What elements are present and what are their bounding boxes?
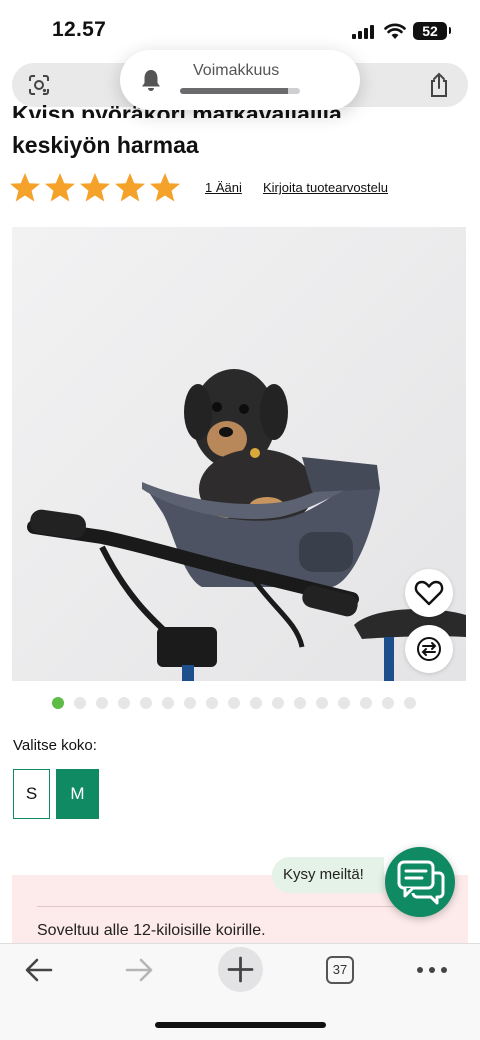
gallery-dot[interactable] bbox=[140, 697, 152, 709]
gallery-dot[interactable] bbox=[338, 697, 350, 709]
gallery-dot[interactable] bbox=[206, 697, 218, 709]
favorite-button[interactable] bbox=[405, 569, 453, 617]
chat-prompt-label[interactable]: Kysy meiltä! bbox=[283, 866, 364, 883]
gallery-dot[interactable] bbox=[294, 697, 306, 709]
gallery-dot[interactable] bbox=[162, 697, 174, 709]
star-icon bbox=[80, 173, 110, 202]
gallery-dot[interactable] bbox=[96, 697, 108, 709]
battery-indicator: 52 bbox=[413, 22, 447, 40]
bell-icon bbox=[142, 70, 160, 91]
size-option-s[interactable]: S bbox=[13, 769, 50, 819]
share-icon[interactable] bbox=[427, 72, 451, 98]
size-option-m[interactable]: M bbox=[56, 769, 99, 819]
tab-switcher-button[interactable]: 37 bbox=[326, 956, 354, 984]
battery-tip bbox=[449, 27, 451, 34]
chat-button[interactable] bbox=[385, 847, 455, 917]
gallery-dot[interactable] bbox=[272, 697, 284, 709]
plus-icon bbox=[227, 956, 254, 983]
volume-level-fill bbox=[180, 88, 288, 94]
cellular-signal-icon bbox=[352, 25, 374, 39]
chat-icon bbox=[397, 860, 445, 905]
gallery-dot[interactable] bbox=[228, 697, 240, 709]
compare-button[interactable] bbox=[405, 625, 453, 673]
status-time: 12.57 bbox=[52, 18, 107, 41]
gallery-dot[interactable] bbox=[382, 697, 394, 709]
star-icon bbox=[115, 173, 145, 202]
gallery-dot[interactable] bbox=[52, 697, 64, 709]
write-review-link[interactable]: Kirjoita tuotearvostelu bbox=[263, 180, 388, 195]
info-text: Soveltuu alle 12-kiloisille koirille. bbox=[37, 922, 266, 939]
more-menu-icon[interactable] bbox=[416, 966, 448, 974]
new-tab-button[interactable] bbox=[218, 947, 263, 992]
votes-link[interactable]: 1 Ääni bbox=[205, 180, 242, 195]
heart-icon bbox=[414, 580, 444, 606]
back-arrow-icon[interactable] bbox=[24, 956, 54, 984]
forward-arrow-icon[interactable] bbox=[124, 956, 154, 984]
volume-label: Voimakkuus bbox=[193, 62, 280, 79]
star-icon bbox=[45, 173, 75, 202]
gallery-dot[interactable] bbox=[316, 697, 328, 709]
size-label: Valitse koko: bbox=[13, 737, 97, 754]
home-indicator bbox=[155, 1022, 326, 1028]
info-divider bbox=[37, 906, 442, 907]
product-title-line-2: keskiyön harmaa bbox=[12, 132, 199, 158]
wifi-icon bbox=[384, 23, 406, 39]
gallery-dot[interactable] bbox=[360, 697, 372, 709]
gallery-dot[interactable] bbox=[184, 697, 196, 709]
star-icon bbox=[150, 173, 180, 202]
product-image[interactable] bbox=[12, 227, 466, 681]
gallery-pagination bbox=[52, 697, 416, 709]
compare-arrows-icon bbox=[417, 637, 441, 661]
gallery-dot[interactable] bbox=[250, 697, 262, 709]
rating-stars bbox=[8, 171, 182, 205]
star-icon bbox=[10, 173, 40, 202]
gallery-dot[interactable] bbox=[74, 697, 86, 709]
gallery-dot[interactable] bbox=[118, 697, 130, 709]
gallery-dot[interactable] bbox=[404, 697, 416, 709]
dog-in-bike-basket-image bbox=[12, 227, 466, 681]
volume-slider bbox=[180, 88, 300, 94]
